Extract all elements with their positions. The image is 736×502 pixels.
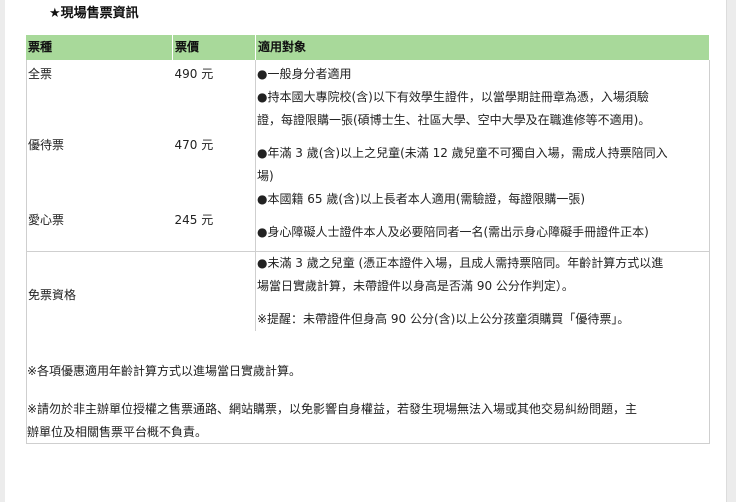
eligibility-line: ●本國籍 65 歲(含)以上長者本人適用(需驗證，每證限購一張) <box>257 192 586 206</box>
ticket-type-label: 優待票 <box>28 138 65 152</box>
table-row-discount: 優待票 470 元 ●持本國大專院校(含)以下有效學生證件，以當學期註冊章為憑，… <box>26 86 710 188</box>
eligibility-line: ※提醒：未帶證件但身高 90 公分(含)以上公分孩童須購買「優待票」。 <box>257 312 630 326</box>
eligibility-line: 證，每證限購一張(碩博士生、社區大學、空中大學及在職進修等不適用)。 <box>257 113 651 127</box>
note-age-calculation: ※各項優惠適用年齡計算方式以進場當日實歲計算。 <box>27 364 302 378</box>
section-heading: ★現場售票資訊 <box>49 6 139 21</box>
table-row-free: 免票資格 ●未滿 3 歲之兒童 (憑正本證件入場，且成人需持票陪同。年齡計算方式… <box>26 251 710 332</box>
eligibility-full: ●一般身分者適用 <box>256 60 710 86</box>
table-header-row: 票種 票價 適用對象 <box>26 35 710 60</box>
col-header-type: 票種 <box>26 35 173 60</box>
ticket-type-discount: 優待票 <box>26 86 173 188</box>
eligibility-line: ●身心障礙人士證件本人及必要陪同者一名(需出示身心障礙手冊證件正本) <box>257 225 649 239</box>
scrollbar[interactable] <box>726 0 736 502</box>
eligibility-line: ●未滿 3 歲之兒童 (憑正本證件入場，且成人需持票陪同。年齡計算方式以進 <box>257 256 664 270</box>
note-disclaimer: ※請勿於非主辦單位授權之售票通路、網站購票，以免影響自身權益，若發生現場無法入場… <box>26 398 711 444</box>
ticket-price-full: 490 元 <box>172 60 256 86</box>
ticket-table: 票種 票價 適用對象 全票 490 元 ●一般身分者適用 優待票 470 元 ●… <box>26 35 710 331</box>
ticket-type-label: 免票資格 <box>28 288 77 302</box>
col-header-eligibility: 適用對象 <box>255 35 710 60</box>
ticket-price-label: 245 元 <box>174 213 214 227</box>
page-left-margin <box>0 0 5 502</box>
note-line: 辦單位及相關售票平台概不負責。 <box>27 425 208 439</box>
ticket-type-love: 愛心票 <box>26 188 173 252</box>
table-row-full: 全票 490 元 ●一般身分者適用 <box>26 60 710 86</box>
col-header-price: 票價 <box>172 35 256 60</box>
ticket-price-label: 470 元 <box>174 138 214 152</box>
eligibility-line: ●持本國大專院校(含)以下有效學生證件，以當學期註冊章為憑，入場須驗 <box>257 90 649 104</box>
ticket-type-full: 全票 <box>28 67 53 81</box>
ticket-type-free: 免票資格 <box>26 251 256 331</box>
eligibility-discount: ●持本國大專院校(含)以下有效學生證件，以當學期註冊章為憑，入場須驗 證，每證限… <box>256 86 710 188</box>
eligibility-line: 場) <box>257 169 274 183</box>
ticket-price-love: 245 元 <box>172 188 256 252</box>
eligibility-line: 場當日實歲計算，未帶證件以身高是否滿 90 公分作判定）。 <box>257 279 574 293</box>
eligibility-free: ●未滿 3 歲之兒童 (憑正本證件入場，且成人需持票陪同。年齡計算方式以進 場當… <box>256 252 710 332</box>
ticket-price-discount: 470 元 <box>172 86 256 188</box>
eligibility-love: ●本國籍 65 歲(含)以上長者本人適用(需驗證，每證限購一張) ●身心障礙人士… <box>255 188 710 252</box>
note-line: ※請勿於非主辦單位授權之售票通路、網站購票，以免影響自身權益，若發生現場無法入場… <box>27 402 638 416</box>
ticket-type-label: 愛心票 <box>28 213 65 227</box>
table-row-love: 愛心票 245 元 ●本國籍 65 歲(含)以上長者本人適用(需驗證，每證限購一… <box>26 188 710 252</box>
eligibility-line: ●年滿 3 歲(含)以上之兒童(未滿 12 歲兒童不可獨自入場，需成人持票陪同入 <box>257 146 668 160</box>
eligibility-line: ●一般身分者適用 <box>257 67 352 81</box>
